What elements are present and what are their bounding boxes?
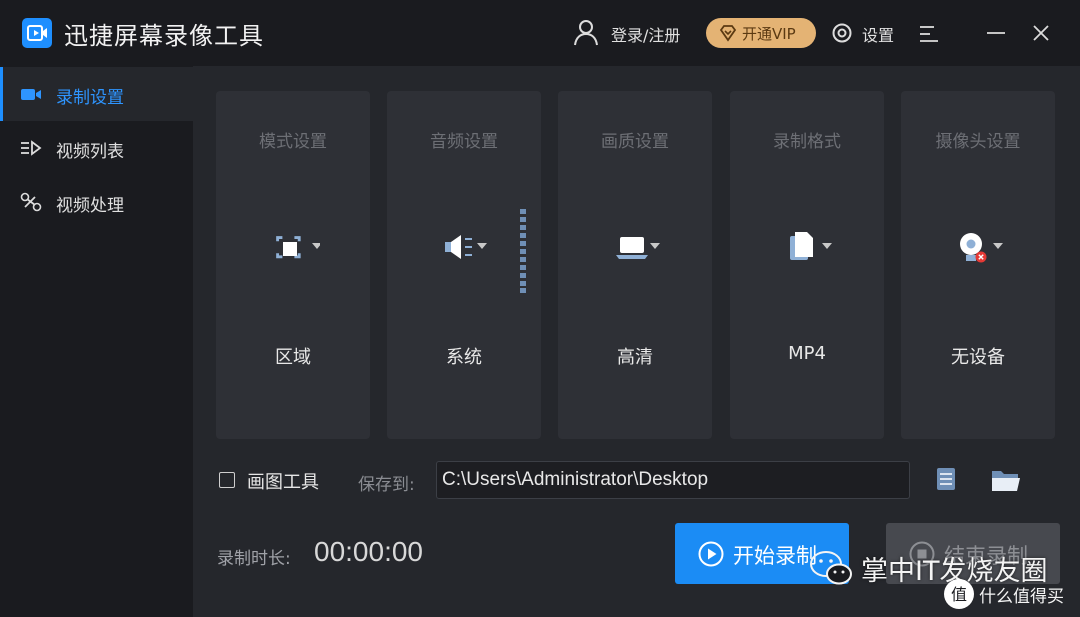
save-to-label: 保存到: xyxy=(358,475,415,495)
document-icon[interactable] xyxy=(780,227,834,267)
audio-level-meter[interactable] xyxy=(520,209,526,293)
card-value: 无设备 xyxy=(951,347,1005,368)
draw-tool-label[interactable]: 画图工具 xyxy=(247,468,319,494)
webcam-disabled-icon[interactable] xyxy=(951,227,1005,267)
card-title: 模式设置 xyxy=(259,132,327,152)
card-value: MP4 xyxy=(788,343,826,364)
title-bar: 迅捷屏幕录像工具 登录/注册 开通VIP 设置 xyxy=(0,0,1080,66)
list-icon[interactable] xyxy=(934,467,958,491)
sidebar-item-label: 录制设置 xyxy=(56,88,124,108)
duration-label: 录制时长: xyxy=(217,549,291,569)
diamond-icon xyxy=(719,25,737,42)
duration-timer: 00:00:00 xyxy=(314,536,423,567)
minimize-icon[interactable] xyxy=(985,22,1007,44)
play-circle-icon xyxy=(698,541,724,567)
main-panel: 模式设置 区域 音频设置 系统 画质设置 高清 录制格式 MP4 摄像头设置 无… xyxy=(193,66,1080,617)
menu-icon[interactable] xyxy=(919,25,939,43)
sidebar-item-video-process[interactable]: 视频处理 xyxy=(0,175,193,229)
user-icon[interactable] xyxy=(571,17,601,47)
card-value: 系统 xyxy=(446,347,482,368)
video-camera-icon xyxy=(21,89,41,100)
video-list-icon xyxy=(21,140,42,156)
video-edit-icon xyxy=(20,192,42,212)
vip-button[interactable]: 开通VIP xyxy=(706,18,816,48)
webcam-settings-card[interactable]: 摄像头设置 无设备 xyxy=(901,91,1055,439)
sidebar-item-label: 视频列表 xyxy=(56,142,124,162)
vip-label: 开通VIP xyxy=(742,25,796,43)
start-record-label: 开始录制 xyxy=(733,544,817,568)
sidebar: 录制设置 视频列表 视频处理 xyxy=(0,66,193,617)
sidebar-item-video-list[interactable]: 视频列表 xyxy=(0,121,193,175)
mode-settings-card[interactable]: 模式设置 区域 xyxy=(216,91,370,439)
card-value: 高清 xyxy=(617,347,653,368)
gear-icon[interactable] xyxy=(831,22,853,44)
app-title: 迅捷屏幕录像工具 xyxy=(64,22,264,50)
card-title: 摄像头设置 xyxy=(935,132,1021,152)
card-value: 区域 xyxy=(275,347,311,368)
card-title: 画质设置 xyxy=(601,132,669,152)
sidebar-item-label: 视频处理 xyxy=(56,196,124,216)
region-select-icon[interactable] xyxy=(266,227,320,267)
settings-link[interactable]: 设置 xyxy=(862,22,894,46)
sidebar-item-record-settings[interactable]: 录制设置 xyxy=(0,67,193,121)
format-settings-card[interactable]: 录制格式 MP4 xyxy=(730,91,884,439)
speaker-icon[interactable] xyxy=(437,227,491,267)
laptop-icon[interactable] xyxy=(608,227,662,267)
close-icon[interactable] xyxy=(1030,22,1052,44)
card-title: 录制格式 xyxy=(773,132,841,152)
card-title: 音频设置 xyxy=(430,132,498,152)
folder-open-icon[interactable] xyxy=(990,467,1022,493)
save-path-field[interactable]: C:\Users\Administrator\Desktop xyxy=(436,461,910,499)
login-register-link[interactable]: 登录/注册 xyxy=(611,22,680,46)
audio-settings-card[interactable]: 音频设置 系统 xyxy=(387,91,541,439)
app-logo-icon xyxy=(22,18,52,48)
site-logo-icon: 值 xyxy=(944,579,974,609)
draw-tool-checkbox[interactable] xyxy=(219,472,235,488)
wechat-icon xyxy=(810,551,852,585)
quality-settings-card[interactable]: 画质设置 高清 xyxy=(558,91,712,439)
site-label: 什么值得买 xyxy=(979,587,1064,607)
site-logo-text: 值 xyxy=(951,585,967,604)
